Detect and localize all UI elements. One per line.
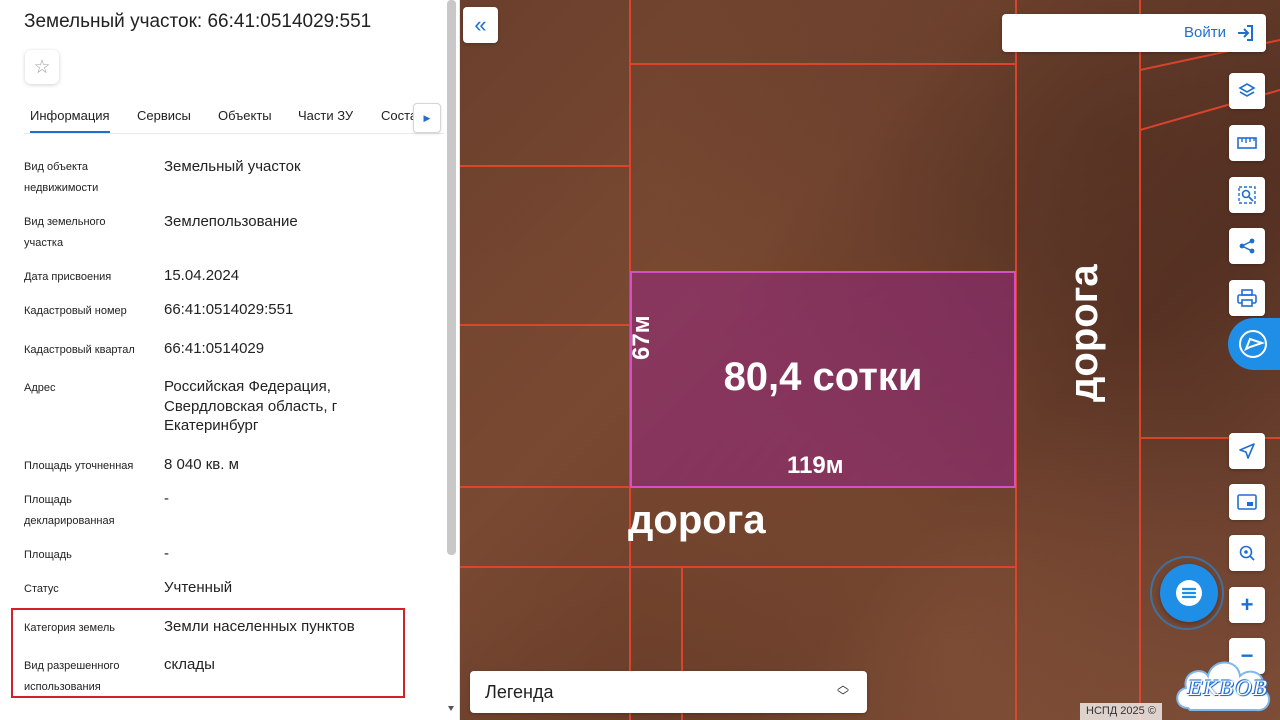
property-value: 66:41:0514029	[164, 340, 265, 357]
layers-icon	[1238, 83, 1256, 97]
status-value: Учтенный	[164, 579, 233, 596]
login-label: Войти	[1184, 24, 1226, 41]
property-value: -	[164, 490, 169, 507]
share-button[interactable]	[1229, 228, 1265, 264]
share-icon	[1239, 238, 1255, 254]
logo-text: EKBOB	[1188, 676, 1269, 700]
area-select-icon	[1238, 186, 1256, 204]
property-label: Кадастровый квартал	[24, 344, 135, 356]
locate-icon	[1239, 443, 1255, 459]
property-value: Землепользование	[164, 213, 298, 230]
login-button[interactable]: Войти	[1002, 14, 1266, 52]
layers-button[interactable]	[1229, 73, 1265, 109]
measure-button[interactable]	[1229, 125, 1265, 161]
legend-select[interactable]: Легенда ︿ ﹀	[470, 671, 867, 713]
tab-parts[interactable]: Части ЗУ	[298, 100, 353, 133]
chat-icon	[1176, 580, 1202, 606]
address-value: Российская Федерация, Свердловская облас…	[164, 378, 338, 434]
collapse-panel-button[interactable]: «	[463, 7, 498, 43]
chat-button[interactable]	[1160, 564, 1218, 622]
panel-scrollbar[interactable]	[447, 0, 456, 555]
property-label: Вид земельного участка	[24, 216, 106, 249]
property-label: Площадь	[24, 549, 72, 561]
print-icon	[1237, 289, 1257, 307]
double-chevron-left-icon: «	[474, 12, 487, 37]
property-label: Статус	[24, 583, 59, 595]
property-label: Площадь уточненная	[24, 460, 134, 472]
property-value: -	[164, 545, 169, 562]
map-view[interactable]: 80,4 сотки 119м 67м дорога дорога « Войт…	[460, 0, 1280, 720]
tabs-next-arrow-icon[interactable]: ▶	[413, 103, 441, 133]
highlight-frame	[11, 608, 405, 698]
tab-information[interactable]: Информация	[30, 100, 110, 133]
minimap-button[interactable]	[1229, 484, 1265, 520]
property-label: Дата присвоения	[24, 271, 112, 283]
copyright-label: НСПД 2025 ©	[1080, 703, 1162, 720]
picture-in-picture-icon	[1237, 494, 1257, 510]
zoom-in-button[interactable]: +	[1229, 587, 1265, 623]
page-title: Земельный участок: 66:41:0514029:551	[24, 11, 372, 32]
road-label-horizontal: дорога	[628, 498, 766, 542]
sign-in-icon	[1238, 25, 1253, 41]
report-icon	[1239, 330, 1267, 358]
search-location-icon	[1239, 545, 1255, 561]
tab-objects[interactable]: Объекты	[218, 100, 272, 133]
ruler-icon	[1237, 137, 1257, 149]
zoom-in-icon: +	[1240, 592, 1254, 617]
scroll-down-arrow-icon[interactable]	[448, 706, 454, 711]
property-value: 8 040 кв. м	[164, 456, 239, 473]
property-label: Кадастровый номер	[24, 305, 127, 317]
parcel-width-label: 119м	[787, 452, 844, 479]
property-label: Площадь декларированная	[24, 494, 115, 527]
chevron-up-down-icon: ︿ ﹀	[836, 678, 849, 703]
search-location-button[interactable]	[1229, 535, 1265, 571]
area-select-button[interactable]	[1229, 177, 1265, 213]
tab-services[interactable]: Сервисы	[137, 100, 191, 133]
tabs-bar: Информация Сервисы Объекты Части ЗУ Сост…	[24, 100, 444, 134]
print-button[interactable]	[1229, 280, 1265, 316]
tab-composition[interactable]: Соста	[381, 100, 417, 133]
property-label: Адрес	[24, 382, 56, 394]
report-button[interactable]	[1228, 318, 1280, 370]
property-value: 15.04.2024	[164, 267, 240, 284]
info-panel: Земельный участок: 66:41:0514029:551 ☆ И…	[0, 0, 460, 720]
property-label: Вид объекта недвижимости	[24, 161, 99, 194]
parcel-area-label: 80,4 сотки	[723, 355, 923, 399]
property-value: 66:41:0514029:551	[164, 301, 294, 318]
locate-button[interactable]	[1229, 433, 1265, 469]
road-label-vertical: дорога	[1062, 264, 1106, 402]
favorite-star-icon[interactable]: ☆	[25, 50, 59, 84]
parcel-height-label: 67м	[628, 315, 655, 360]
legend-label: Легенда	[485, 682, 554, 702]
property-value: Земельный участок	[164, 158, 301, 175]
